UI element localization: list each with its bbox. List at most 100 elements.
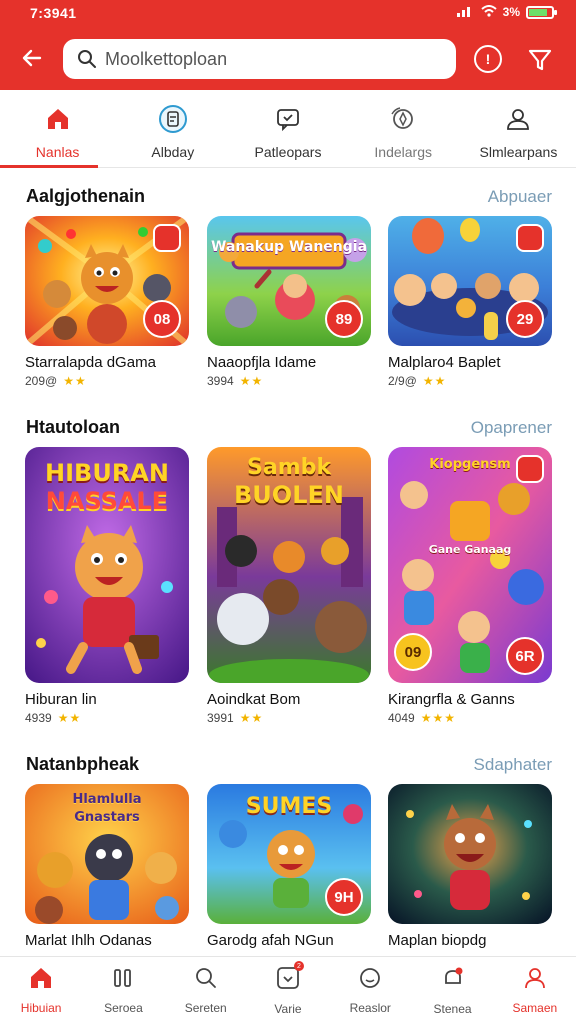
game-thumbnail: Kiopgensm Gane Ganaag 6R 09 bbox=[388, 447, 552, 683]
tab-slmlearpans[interactable]: Slmlearpans bbox=[461, 90, 576, 167]
game-card[interactable]: Sambk BUOLEN Aoindkat Bom 3991 ★★ bbox=[207, 447, 371, 725]
section-title: Aalgjothenain bbox=[26, 186, 146, 206]
section-see-all-link[interactable]: Opaprener bbox=[471, 418, 552, 438]
game-art-title-2: Gnastars bbox=[74, 810, 140, 825]
game-card[interactable]: 08 Starralapda dGama 209@ ★★ bbox=[25, 216, 189, 388]
home-icon bbox=[29, 966, 53, 995]
game-art-title-1: HIBURAN bbox=[45, 459, 169, 487]
app-badge-icon bbox=[153, 224, 181, 252]
game-meta: 3994 ★★ bbox=[207, 374, 371, 388]
game-art-title: Wanakup Wanengia bbox=[210, 239, 368, 255]
filter-icon bbox=[528, 49, 552, 71]
game-art-title-2: Gane Ganaag bbox=[428, 543, 512, 556]
nav-label: Stenea bbox=[433, 1002, 472, 1016]
section-see-all-link[interactable]: Sdaphater bbox=[474, 755, 552, 775]
game-meta: 2/9@ ★★ bbox=[388, 374, 552, 388]
tab-label: Slmlearpans bbox=[479, 143, 558, 160]
star-icon: ★★ bbox=[57, 711, 82, 725]
game-title: Garodg afah NGun bbox=[207, 932, 334, 949]
game-thumbnail: HIBURAN NASSALE bbox=[25, 447, 189, 683]
info-button[interactable]: ! bbox=[474, 45, 502, 73]
star-icon: ★★★ bbox=[420, 711, 456, 725]
game-card[interactable]: Maplan biopdg bbox=[388, 784, 552, 949]
game-rating: 2/9@ bbox=[388, 374, 417, 388]
app-root: 7:3941 3% ! bbox=[0, 0, 576, 1024]
star-icon: ★★ bbox=[239, 711, 264, 725]
tab-albday[interactable]: Albday bbox=[115, 90, 230, 167]
game-card[interactable]: Hlamlulla Gnastars Marlat Ihlh Odanas bbox=[25, 784, 189, 949]
game-title: Marlat Ihlh Odanas bbox=[25, 932, 152, 949]
clipboard-icon bbox=[158, 104, 188, 134]
rating-badge: 29 bbox=[506, 300, 544, 338]
section-see-all-link[interactable]: Abpuaer bbox=[488, 187, 552, 207]
search-bar[interactable] bbox=[63, 39, 456, 79]
tab-patleopars[interactable]: Patleopars bbox=[230, 90, 345, 167]
rating-badge: 89 bbox=[325, 300, 363, 338]
game-art-title: SUMES bbox=[245, 794, 333, 819]
game-thumbnail: SUMES 9H bbox=[207, 784, 371, 924]
status-time: 7:3941 bbox=[30, 5, 77, 21]
game-title: Maplan biopdg bbox=[388, 932, 487, 949]
tab-label: Albday bbox=[151, 143, 195, 160]
nav-sereten[interactable]: Sereten bbox=[165, 957, 247, 1024]
game-card[interactable]: HIBURAN NASSALE Hiburan lin 4939 ★★ bbox=[25, 447, 189, 725]
game-thumbnail: Hlamlulla Gnastars bbox=[25, 784, 189, 924]
filter-button[interactable] bbox=[524, 44, 556, 76]
game-rating: 4939 bbox=[25, 711, 52, 725]
game-thumbnail: Sambk BUOLEN bbox=[207, 447, 371, 683]
star-icon: ★★ bbox=[422, 374, 447, 388]
nav-varie[interactable]: 2 Varie bbox=[247, 957, 329, 1024]
nav-stenea[interactable]: Stenea bbox=[411, 957, 493, 1024]
rating-badge: 08 bbox=[143, 300, 181, 338]
nav-label: Sereten bbox=[184, 1001, 227, 1015]
battery-icon bbox=[526, 5, 557, 19]
battery-percent: 3% bbox=[502, 5, 520, 19]
nav-label: Varie bbox=[274, 1002, 302, 1016]
nav-profile[interactable]: Samaen bbox=[494, 957, 576, 1024]
game-thumbnail: 08 bbox=[25, 216, 189, 346]
notification-badge: 2 bbox=[293, 961, 304, 971]
game-rating: 4049 bbox=[388, 711, 415, 725]
game-title: Naaopfjla Idame bbox=[207, 354, 317, 371]
back-button[interactable] bbox=[16, 42, 48, 74]
game-art-title-2: NASSALE bbox=[45, 487, 169, 515]
bars-icon bbox=[111, 966, 135, 995]
search-input[interactable] bbox=[105, 48, 435, 70]
nav-reaslor[interactable]: Reaslor bbox=[329, 957, 411, 1024]
app-badge-icon bbox=[516, 224, 544, 252]
game-title: Starralapda dGama bbox=[25, 354, 156, 371]
section-title: Htautoloan bbox=[26, 417, 120, 437]
level-badge: 09 bbox=[394, 633, 432, 671]
search-icon bbox=[78, 50, 96, 68]
game-card[interactable]: Wanakup Wanengia 89 Naaopfjla Idame 3994… bbox=[207, 216, 371, 388]
tab-indelargs[interactable]: Indelargs bbox=[346, 90, 461, 167]
game-card[interactable]: SUMES 9H Garodg afah NGun bbox=[207, 784, 371, 949]
app-badge-icon bbox=[516, 455, 544, 483]
tab-home[interactable]: Nanlas bbox=[0, 90, 115, 168]
nav-seroea[interactable]: Seroea bbox=[82, 957, 164, 1024]
game-meta: 209@ ★★ bbox=[25, 374, 189, 388]
nav-label: Reaslor bbox=[349, 1001, 391, 1015]
game-meta: 4049 ★★★ bbox=[388, 711, 552, 725]
game-title: Kirangrfla & Ganns bbox=[388, 691, 515, 708]
signal-icon bbox=[456, 4, 475, 20]
rating-badge: 6R bbox=[506, 637, 544, 675]
game-card[interactable]: Kiopgensm Gane Ganaag 6R 09 Kirangrfla &… bbox=[388, 447, 552, 725]
wifi-icon bbox=[481, 4, 497, 20]
game-card[interactable]: 29 Malplaro4 Baplet 2/9@ ★★ bbox=[388, 216, 552, 388]
game-thumbnail bbox=[388, 784, 552, 924]
bell-icon bbox=[440, 965, 466, 996]
bottom-nav: Hibuian Seroea Sereten 2 Varie Reaslor S… bbox=[0, 956, 576, 1024]
chat-icon bbox=[273, 104, 303, 134]
search-icon bbox=[194, 966, 218, 995]
game-meta: 3991 ★★ bbox=[207, 711, 371, 725]
arrow-left-icon bbox=[22, 49, 42, 67]
info-icon: ! bbox=[485, 51, 491, 67]
compass-icon bbox=[388, 104, 418, 134]
tab-label: Nanlas bbox=[35, 143, 80, 160]
status-bar: 7:3941 3% bbox=[0, 0, 576, 26]
game-thumbnail: Wanakup Wanengia 89 bbox=[207, 216, 371, 346]
tab-label: Indelargs bbox=[374, 143, 432, 160]
tab-label: Patleopars bbox=[254, 143, 322, 160]
nav-home[interactable]: Hibuian bbox=[0, 957, 82, 1024]
